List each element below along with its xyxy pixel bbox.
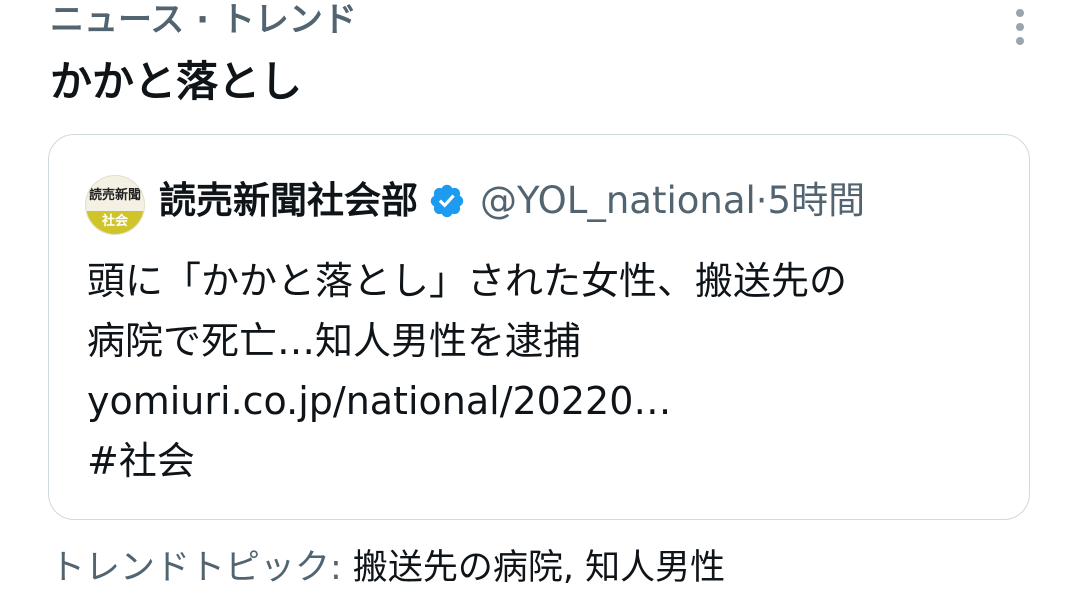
author-name[interactable]: 読売新聞社会部 <box>159 179 418 223</box>
more-options-button[interactable] <box>1004 4 1036 50</box>
tweet-text-line: 病院で死亡…知人男性を逮捕 <box>87 319 582 363</box>
hashtag-link[interactable]: #社会 <box>87 431 1007 491</box>
tweet-text-line: 頭に「かかと落とし」された女性、搬送先の <box>87 259 848 303</box>
more-vertical-icon <box>1016 9 1024 17</box>
avatar[interactable]: 読売新聞 社会 <box>85 175 145 235</box>
tweet-header: 読売新聞社会部 @YOL_national · 5時間 <box>159 175 865 227</box>
trend-title[interactable]: かかと落とし <box>50 56 302 108</box>
avatar-logo-band: 社会 <box>86 211 144 234</box>
verified-badge-icon <box>428 182 466 220</box>
trending-topics-label: トレンドトピック: <box>50 548 353 588</box>
tweet-link[interactable]: yomiuri.co.jp/national/20220… <box>87 371 1007 431</box>
tweet-time[interactable]: 5時間 <box>768 179 866 223</box>
avatar-logo-text: 読売新聞 <box>88 188 141 203</box>
trending-topics-values: 搬送先の病院, 知人男性 <box>352 548 726 588</box>
trend-category: ニュース · トレンド <box>50 0 357 40</box>
meta-separator: · <box>755 179 768 222</box>
trending-topics: トレンドトピック: 搬送先の病院, 知人男性 <box>50 540 725 596</box>
tweet-text: 頭に「かかと落とし」された女性、搬送先の 病院で死亡…知人男性を逮捕 yomiu… <box>87 251 1007 491</box>
author-handle[interactable]: @YOL_national <box>480 179 756 223</box>
quoted-tweet-card[interactable]: 読売新聞 社会 読売新聞社会部 @YOL_national · 5時間 頭に「か… <box>48 134 1030 520</box>
